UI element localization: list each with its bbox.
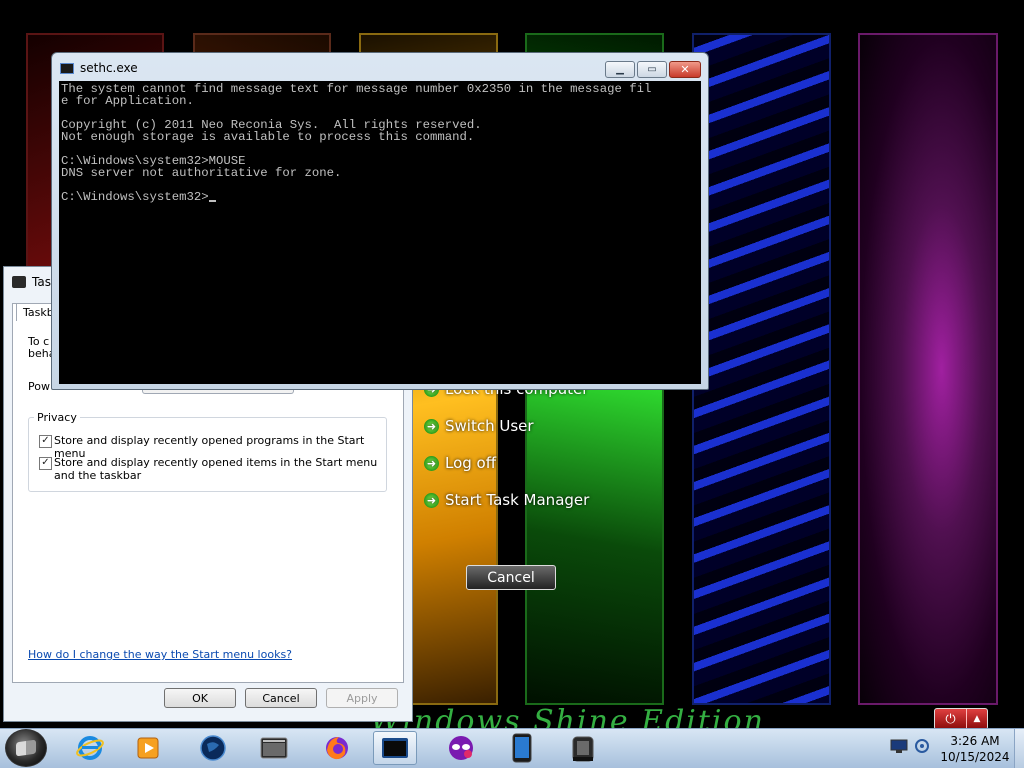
volume-icon[interactable] <box>913 738 931 757</box>
tablet-icon[interactable] <box>500 731 544 765</box>
close-icon[interactable]: ✕ <box>669 61 701 78</box>
media-player-icon[interactable] <box>126 731 170 765</box>
minimize-icon[interactable]: ▁ <box>605 61 635 78</box>
maximize-icon[interactable]: ▭ <box>637 61 667 78</box>
console-title: sethc.exe <box>80 61 138 75</box>
network-icon[interactable] <box>890 738 908 757</box>
console-output[interactable]: The system cannot find message text for … <box>59 81 701 384</box>
windows-logo-icon <box>16 739 36 757</box>
recent-programs-checkbox[interactable]: ✓ <box>39 435 52 448</box>
globe-icon[interactable] <box>191 731 235 765</box>
recent-items-checkbox[interactable]: ✓ <box>39 457 52 470</box>
option-label: Start Task Manager <box>445 491 590 509</box>
privacy-group-label: Privacy <box>34 411 80 424</box>
taskbar-properties-icon <box>12 276 26 288</box>
show-desktop-button[interactable] <box>1014 729 1024 768</box>
shutdown-button[interactable]: ⏻ ▲ <box>934 708 988 730</box>
masks-icon[interactable] <box>439 731 483 765</box>
start-menu-help-link[interactable]: How do I change the way the Start menu l… <box>28 648 292 661</box>
option-label: Log off <box>445 454 497 472</box>
shutdown-options-arrow-icon[interactable]: ▲ <box>966 709 987 729</box>
start-orb[interactable] <box>5 729 47 767</box>
wallpaper-panel-blue <box>692 33 831 705</box>
clock-date: 10/15/2024 <box>940 750 1010 764</box>
console-cursor <box>208 200 216 202</box>
firefox-icon[interactable] <box>315 731 359 765</box>
console-window: sethc.exe ▁ ▭ ✕ The system cannot find m… <box>51 52 709 390</box>
recent-items-label: Store and display recently opened items … <box>54 456 378 482</box>
arrow-right-icon: ➜ <box>424 492 439 508</box>
ok-button[interactable]: OK <box>164 688 236 708</box>
task-manager-icon[interactable] <box>561 731 605 765</box>
console-text: The system cannot find message text for … <box>61 82 652 204</box>
power-button-label: Pow <box>28 380 50 393</box>
option-label: Switch User <box>445 417 534 435</box>
internet-explorer-icon[interactable] <box>68 731 112 765</box>
arrow-right-icon: ➜ <box>424 418 439 434</box>
system-clock[interactable]: 3:26 AM 10/15/2024 <box>940 733 1010 765</box>
security-cancel-button[interactable]: Cancel <box>466 565 556 590</box>
console-titlebar: sethc.exe <box>60 61 138 75</box>
explorer-window-icon[interactable] <box>252 731 296 765</box>
clock-time: 3:26 AM <box>950 734 1000 748</box>
dialog-title: Tas <box>32 275 51 289</box>
start-task-manager-option[interactable]: ➜ Start Task Manager <box>424 491 589 509</box>
console-window-icon <box>382 738 408 758</box>
power-icon[interactable]: ⏻ <box>935 709 966 729</box>
apply-button[interactable]: Apply <box>326 688 398 708</box>
cancel-button[interactable]: Cancel <box>245 688 317 708</box>
arrow-right-icon: ➜ <box>424 455 439 471</box>
wallpaper-panel-purple <box>858 33 998 705</box>
console-window-icon <box>60 62 74 74</box>
log-off-option[interactable]: ➜ Log off <box>424 454 496 472</box>
console-taskbar-button[interactable] <box>373 731 417 765</box>
switch-user-option[interactable]: ➜ Switch User <box>424 417 534 435</box>
